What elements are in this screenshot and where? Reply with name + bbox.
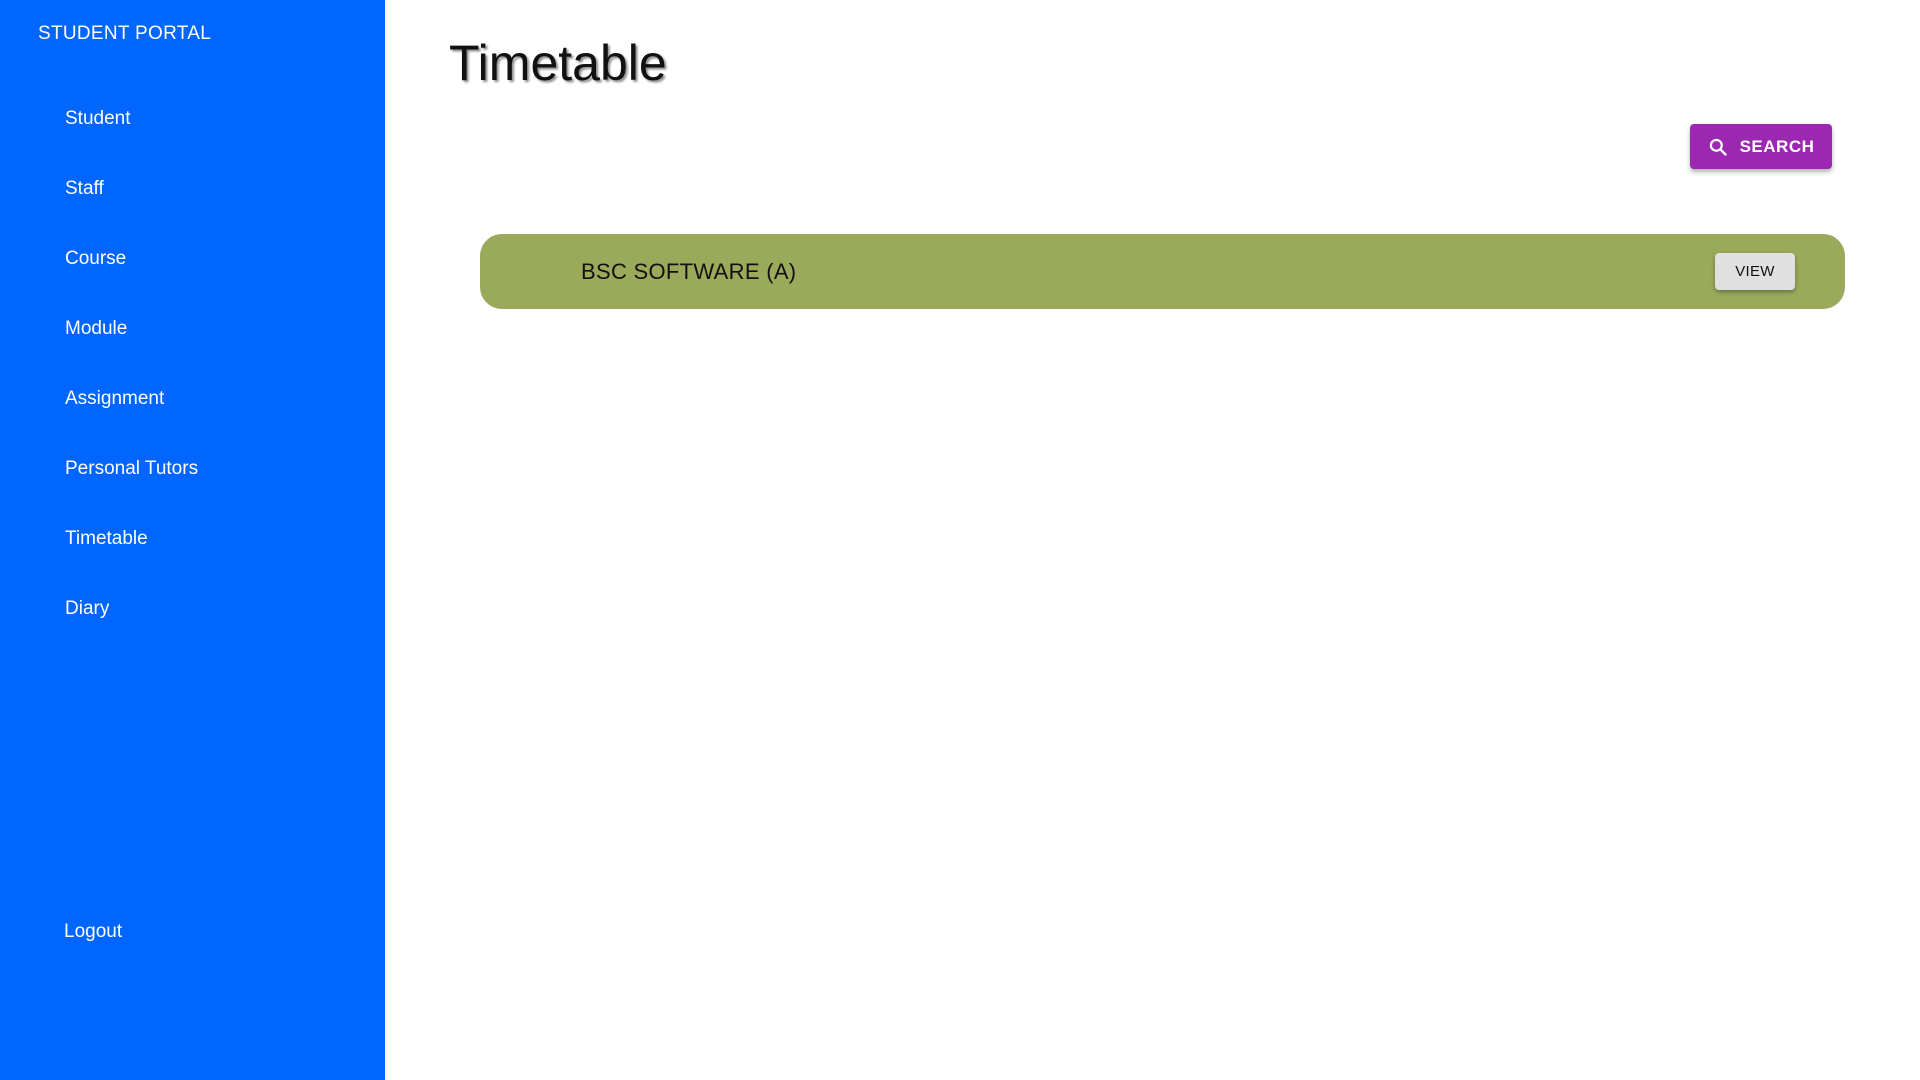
sidebar-nav: Student Staff Course Module Assignment P…	[0, 90, 385, 650]
sidebar-item-diary[interactable]: Diary	[0, 580, 385, 650]
course-row: BSC SOFTWARE (A) VIEW	[480, 234, 1845, 309]
sidebar-item-assignment[interactable]: Assignment	[0, 370, 385, 440]
sidebar-item-personal-tutors[interactable]: Personal Tutors	[0, 440, 385, 510]
search-icon	[1708, 137, 1728, 157]
sidebar-item-module[interactable]: Module	[0, 300, 385, 370]
course-name: BSC SOFTWARE (A)	[581, 259, 797, 284]
logout-link[interactable]: Logout	[64, 920, 122, 944]
search-button-label: SEARCH	[1739, 136, 1815, 156]
view-button[interactable]: VIEW	[1715, 253, 1795, 290]
sidebar-item-staff[interactable]: Staff	[0, 160, 385, 230]
search-button[interactable]: SEARCH	[1690, 124, 1832, 169]
app-brand: STUDENT PORTAL	[38, 23, 212, 44]
sidebar: STUDENT PORTAL Student Staff Course Modu…	[0, 0, 385, 1080]
sidebar-item-course[interactable]: Course	[0, 230, 385, 300]
main-content: Timetable SEARCH BSC SOFTWARE (A) VIEW	[385, 0, 1920, 1080]
app-root: STUDENT PORTAL Student Staff Course Modu…	[0, 0, 1920, 1080]
sidebar-item-timetable[interactable]: Timetable	[0, 510, 385, 580]
page-title: Timetable	[449, 35, 667, 91]
sidebar-item-student[interactable]: Student	[0, 90, 385, 160]
